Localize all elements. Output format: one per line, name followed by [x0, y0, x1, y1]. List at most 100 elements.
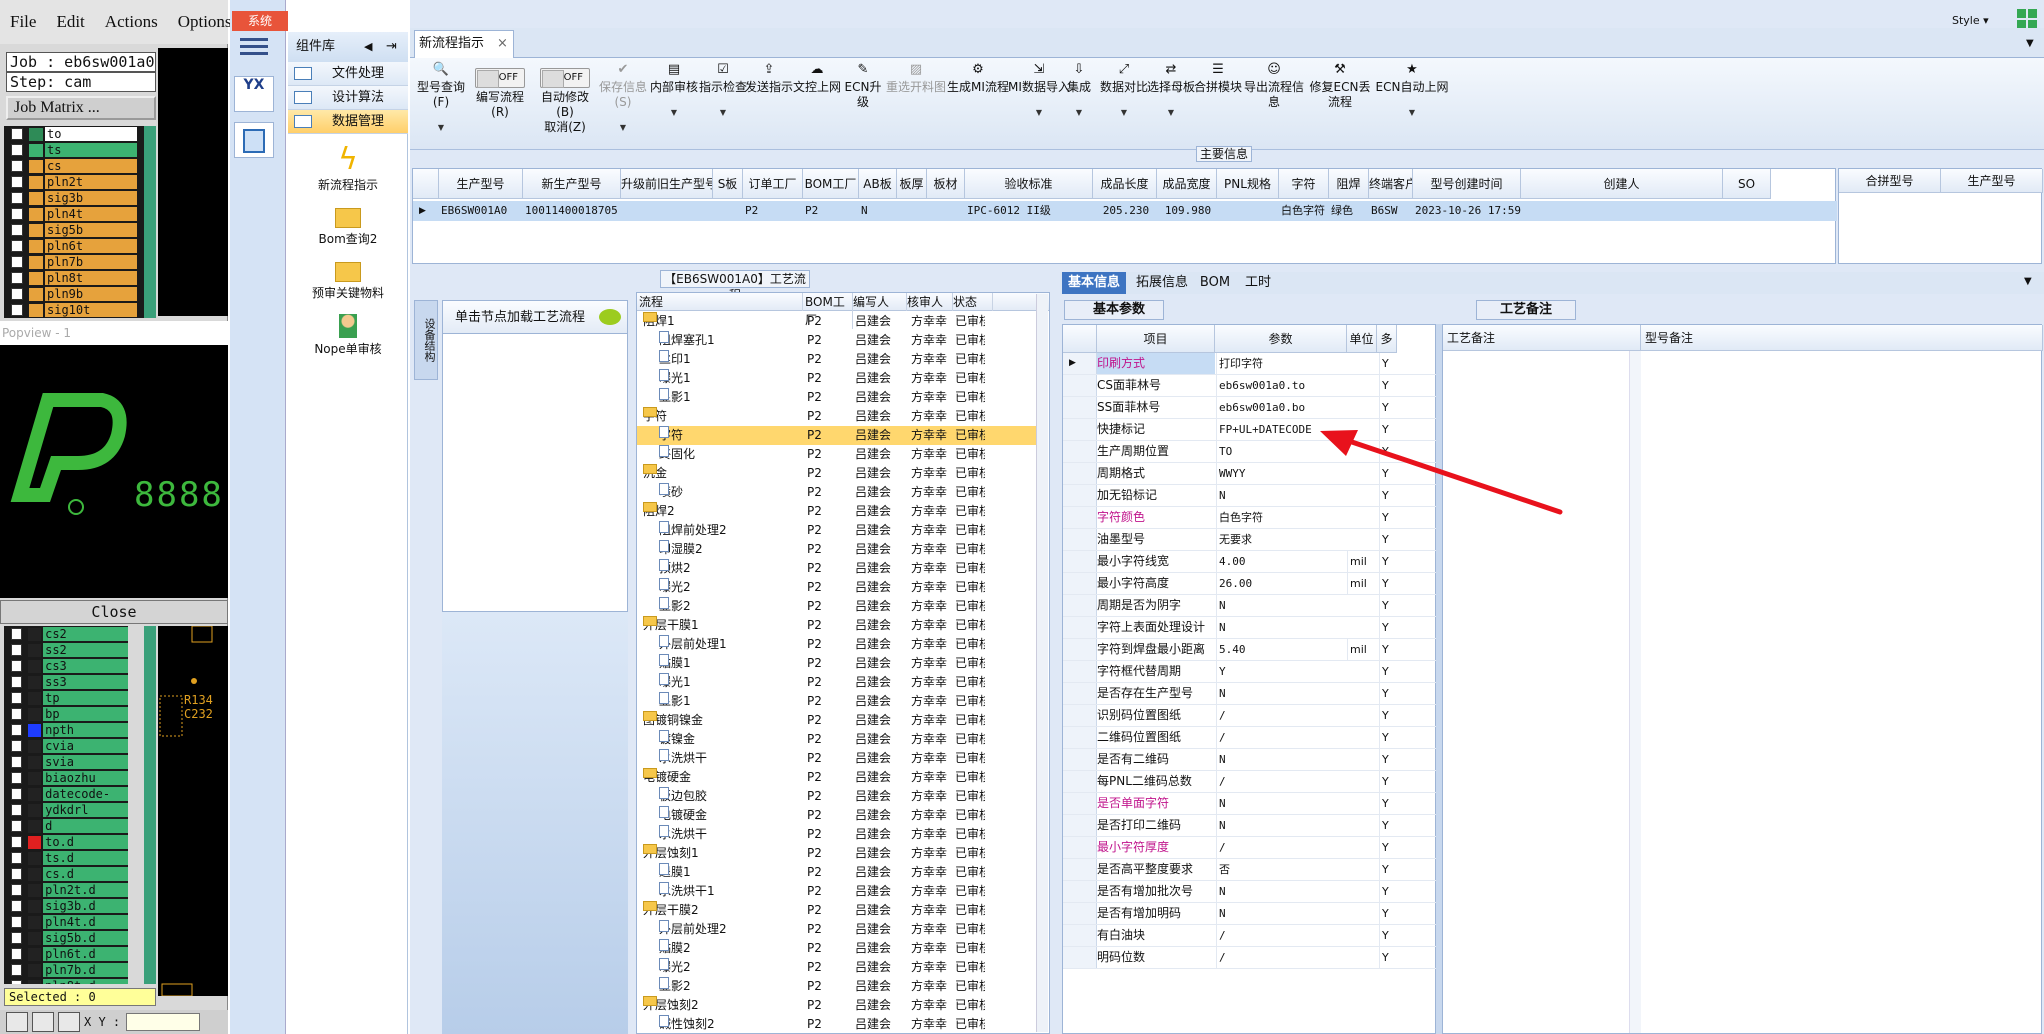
param-row[interactable]: 是否高平整度要求 否 Y	[1063, 859, 1437, 881]
grid-cell[interactable]: 109.980	[1157, 201, 1217, 221]
flow-row[interactable]: 贴膜2 P2 吕建会 方幸幸已审核	[637, 939, 1037, 958]
tool-new-flow[interactable]: ϟ 新流程指示	[288, 144, 408, 193]
zoom-tool-icon[interactable]	[6, 1012, 28, 1032]
dropdown-arrow-icon[interactable]: ▼	[1146, 105, 1196, 120]
layer-row[interactable]: pln4t.d	[4, 914, 128, 930]
layer-row[interactable]: svia	[4, 754, 128, 770]
layer-row[interactable]: sig3b	[4, 190, 156, 206]
flow-row[interactable]: 阻焊塞孔1 P2 吕建会 方幸幸已审核	[637, 331, 1037, 350]
dropdown-arrow-icon[interactable]: ▼	[1372, 105, 1452, 120]
flow-row[interactable]: 外层前处理2 P2 吕建会 方幸幸已审核	[637, 920, 1037, 939]
toolbar-button-0[interactable]: 🔍 型号查询(F) ▼	[412, 58, 470, 135]
flow-row[interactable]: 显影2 P2 吕建会 方幸幸已审核	[637, 597, 1037, 616]
grid-cell[interactable]	[927, 201, 965, 221]
grid-header[interactable]: 生产型号	[439, 169, 523, 199]
flow-row[interactable]: 显影1 P2 吕建会 方幸幸已审核	[637, 388, 1037, 407]
flow-row[interactable]: 曝光2 P2 吕建会 方幸幸已审核	[637, 578, 1037, 597]
toolbar-button-17[interactable]: ⚒ 修复ECN丢流程	[1304, 58, 1376, 110]
layer-row[interactable]: pln2t.d	[4, 882, 128, 898]
layer-row[interactable]: d	[4, 818, 128, 834]
param-row[interactable]: 是否有增加批次号 N Y	[1063, 881, 1437, 903]
param-value[interactable]: /	[1216, 771, 1346, 792]
layer-checkbox[interactable]	[11, 160, 23, 172]
job-matrix-button[interactable]: Job Matrix ...	[6, 96, 156, 120]
param-row[interactable]: ▶ 印刷方式 打印字符 Y	[1063, 353, 1437, 375]
grid-cell[interactable]	[621, 201, 713, 221]
grid-header[interactable]: 终端客户代码	[1369, 169, 1413, 199]
layer-checkbox[interactable]	[11, 948, 23, 960]
param-column-header[interactable]: 多	[1377, 325, 1397, 353]
flow-node[interactable]: 喷砂	[659, 483, 683, 502]
flow-row[interactable]: 显影1 P2 吕建会 方幸幸已审核	[637, 692, 1037, 711]
param-value[interactable]: 5.40	[1216, 639, 1346, 660]
component-item-1[interactable]: 设计算法	[288, 86, 408, 110]
pin-icon[interactable]: ⇥	[386, 32, 397, 62]
layer-checkbox[interactable]	[11, 884, 23, 896]
note-scrollbar[interactable]	[1629, 351, 1641, 1033]
param-value[interactable]: N	[1216, 881, 1346, 902]
flow-scrollbar[interactable]	[1036, 294, 1048, 1032]
flow-column-header[interactable]: 编写人	[853, 293, 907, 311]
param-value[interactable]: 26.00	[1216, 573, 1346, 594]
flow-row[interactable]: −外层蚀刻1 P2 吕建会 方幸幸已审核	[637, 844, 1037, 863]
layer-row[interactable]: pln8t.d	[4, 978, 128, 984]
layer-checkbox[interactable]	[11, 128, 23, 140]
merge-grid-header[interactable]: 合拼型号	[1839, 169, 1941, 193]
flow-row[interactable]: 阻焊前处理2 P2 吕建会 方幸幸已审核	[637, 521, 1037, 540]
flow-row[interactable]: 曝光1 P2 吕建会 方幸幸已审核	[637, 369, 1037, 388]
flow-node[interactable]: 阻焊前处理2	[659, 521, 727, 540]
flow-row[interactable]: −阻焊1 P2 吕建会 方幸幸已审核	[637, 312, 1037, 331]
layer-row[interactable]: cs	[4, 158, 156, 174]
flow-row[interactable]: −外层干膜1 P2 吕建会 方幸幸已审核	[637, 616, 1037, 635]
process-flow-tree[interactable]: 流程BOM工厂编写人核审人状态 −阻焊1P2吕建会方幸幸已审核阻焊塞孔1P2吕建…	[636, 292, 1050, 1034]
layer-row[interactable]: ydkdrl	[4, 802, 128, 818]
toolbar-button-3[interactable]: ✔ 保存信息(S) ▼	[594, 58, 652, 135]
flow-row[interactable]: 预烘2 P2 吕建会 方幸幸已审核	[637, 559, 1037, 578]
layer-list-top[interactable]: to ts cs pln2t sig3b pln4t sig5b pln6t pln7b pln8…	[4, 126, 156, 318]
layer-checkbox[interactable]	[11, 660, 23, 672]
layer-checkbox[interactable]	[11, 788, 23, 800]
layer-checkbox[interactable]	[11, 176, 23, 188]
param-row[interactable]: 是否有二维码 N Y	[1063, 749, 1437, 771]
grid-cell[interactable]: N	[859, 201, 897, 221]
grid-header[interactable]: 新生产型号	[523, 169, 621, 199]
flow-node[interactable]: 曝光1	[659, 673, 691, 692]
toolbar-button-7[interactable]: ☁ 文控上网	[792, 58, 842, 95]
flow-row[interactable]: 曝光1 P2 吕建会 方幸幸已审核	[637, 673, 1037, 692]
flow-row[interactable]: 水洗烘干 P2 吕建会 方幸幸已审核	[637, 749, 1037, 768]
process-note-tab[interactable]: 工艺备注	[1476, 300, 1576, 320]
layer-scrollbar-bottom[interactable]	[144, 626, 156, 984]
grid-header[interactable]: 字符	[1279, 169, 1329, 199]
flow-node[interactable]: 碱性蚀刻2	[659, 1015, 715, 1033]
layer-checkbox[interactable]	[11, 836, 23, 848]
layer-checkbox[interactable]	[11, 272, 23, 284]
grid-tool-icon[interactable]	[58, 1012, 80, 1032]
layer-checkbox[interactable]	[11, 852, 23, 864]
style-menu[interactable]: Style ▾	[1952, 14, 1989, 27]
flow-node[interactable]: 显影1	[659, 692, 691, 711]
flow-column-header[interactable]: 状态	[953, 293, 993, 311]
param-value[interactable]: N	[1216, 683, 1346, 704]
grid-header[interactable]: 成品长度	[1093, 169, 1157, 199]
layer-row[interactable]: pln7b	[4, 254, 156, 270]
param-row[interactable]: 识别码位置图纸 / Y	[1063, 705, 1437, 727]
cam-menu-edit[interactable]: Edit	[46, 12, 94, 32]
toolbar-button-1[interactable]: OFF 编写流程(R)	[468, 58, 532, 120]
layer-row[interactable]: cs.d	[4, 866, 128, 882]
param-row[interactable]: 每PNL二维码总数 / Y	[1063, 771, 1437, 793]
param-value[interactable]: 打印字符	[1216, 353, 1346, 374]
flow-column-header[interactable]: 流程	[639, 293, 803, 311]
toolbar-button-2[interactable]: OFF 自动修改(B) 取消(Z)	[534, 58, 596, 135]
param-row[interactable]: 是否存在生产型号 N Y	[1063, 683, 1437, 705]
layer-checkbox[interactable]	[11, 692, 23, 704]
layer-checkbox[interactable]	[11, 144, 23, 156]
param-value[interactable]: /	[1216, 727, 1346, 748]
flow-node[interactable]: −电镀硬金	[643, 768, 691, 787]
system-tab[interactable]: 系统	[232, 11, 288, 31]
grid-header[interactable]: 订单工厂	[743, 169, 803, 199]
flow-row[interactable]: −外层蚀刻2 P2 吕建会 方幸幸已审核	[637, 996, 1037, 1015]
flow-row[interactable]: 字符 P2 吕建会 方幸幸已审核	[637, 426, 1037, 445]
flow-row[interactable]: 水洗烘干1 P2 吕建会 方幸幸已审核	[637, 882, 1037, 901]
toolbar-button-15[interactable]: ☰ 合拼模块	[1192, 58, 1244, 95]
flow-node[interactable]: −字符	[643, 407, 667, 426]
